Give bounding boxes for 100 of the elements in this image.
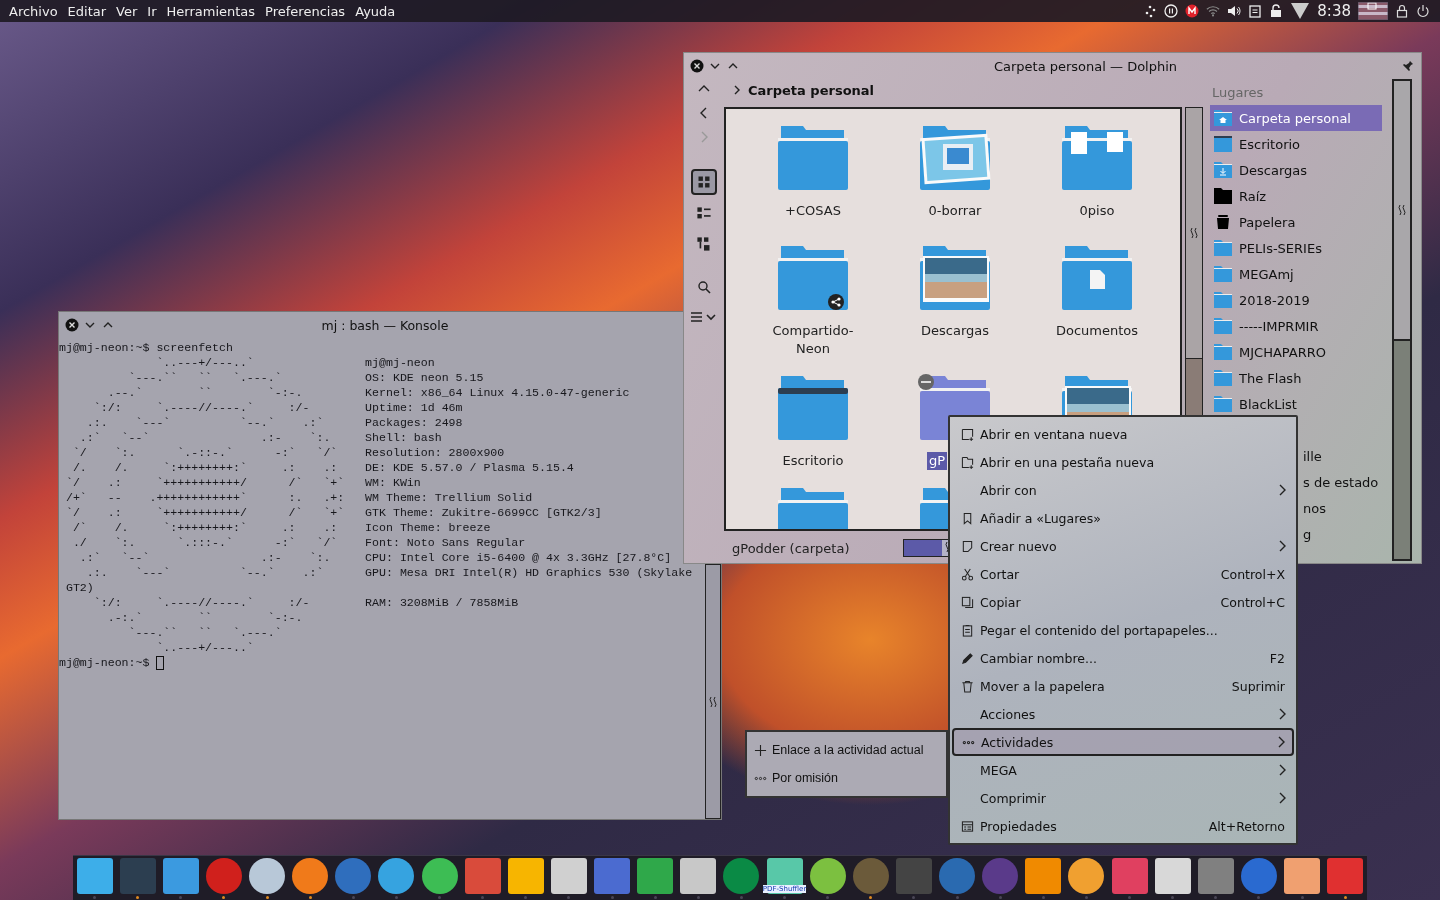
app-icon[interactable] — [637, 857, 674, 894]
breadcrumb-item[interactable]: Carpeta personal — [748, 82, 875, 98]
pin-icon[interactable] — [1401, 59, 1415, 73]
app-icon[interactable] — [507, 857, 544, 894]
triangle-icon[interactable] — [1290, 2, 1311, 20]
folder-icon[interactable] — [775, 244, 851, 310]
app-icon[interactable] — [76, 857, 113, 894]
terminal-line: GT2) — [65, 580, 94, 595]
menu-item[interactable]: Abrir en ventana nueva — [952, 420, 1294, 448]
place-item[interactable]: BlackList — [1210, 391, 1382, 417]
file-name[interactable]: +COSAS — [763, 202, 863, 220]
file-name[interactable]: Escritorio — [763, 452, 863, 470]
app-icon[interactable] — [421, 857, 458, 894]
menu-item[interactable]: Actividades — [952, 728, 1294, 756]
folder-icon — [1213, 395, 1233, 413]
menu-item[interactable]: Preferencias — [260, 3, 351, 19]
place-item[interactable]: PELIs-SERIEs — [1210, 235, 1382, 261]
menu-item[interactable]: Por omisión — [747, 764, 946, 792]
menu-item[interactable]: Pegar el contenido del portapapeles... — [952, 616, 1294, 644]
menu-item[interactable]: Ayuda — [350, 3, 401, 19]
dots-icon[interactable] — [1143, 4, 1158, 18]
power-icon[interactable] — [1416, 4, 1430, 18]
file-name[interactable]: Documentos — [1047, 322, 1147, 340]
menu-item[interactable]: Comprimir — [952, 784, 1294, 812]
menu-item[interactable]: Mover a la papelera Suprimir — [952, 672, 1294, 700]
close-icon[interactable] — [65, 318, 79, 332]
menu-item[interactable]: Ver — [111, 3, 143, 19]
place-item[interactable]: MJCHAPARRO — [1210, 339, 1382, 365]
scrollbar[interactable] — [1392, 79, 1412, 561]
menu-item[interactable]: Editar — [62, 3, 112, 19]
clipboard-icon — [961, 623, 974, 637]
menu-item[interactable]: Herramientas — [161, 3, 261, 19]
menu-item[interactable]: Cortar Control+X — [952, 560, 1294, 588]
file-name[interactable]: 0-borrar — [905, 202, 1005, 220]
menu-item[interactable]: Crear nuevo — [952, 532, 1294, 560]
wifi-icon[interactable] — [1206, 4, 1221, 18]
file-name[interactable]: Compartido-Neon — [763, 322, 863, 358]
menu-item[interactable]: Copiar Control+C — [952, 588, 1294, 616]
search-icon[interactable] — [696, 279, 712, 295]
app-icon[interactable] — [809, 857, 846, 894]
app-icon[interactable] — [550, 857, 587, 894]
folder-with-picture-icon[interactable] — [917, 244, 993, 310]
icon-view-icon[interactable] — [691, 169, 717, 195]
menu-item[interactable]: Enlace a la actividad actual — [747, 736, 946, 764]
ascii-art-line: .--.` `` `-:-. — [106, 385, 304, 400]
app-icon[interactable] — [1025, 857, 1062, 894]
app-icon[interactable] — [378, 857, 415, 894]
ascii-art-line: `/ .: `+++++++++++/ /` `+` — [64, 505, 346, 520]
app-icon[interactable] — [1068, 857, 1105, 894]
terminal-line: mj@mj-neon:~$ screenfetch — [59, 340, 233, 355]
system-info-line: Packages: 2498 — [365, 415, 463, 430]
menu-item[interactable]: Ir — [142, 3, 162, 19]
app-icon[interactable] — [1284, 857, 1321, 894]
place-item[interactable]: -----IMPRMIR — [1210, 313, 1382, 339]
copy-icon — [961, 595, 974, 609]
menu-item[interactable]: Cambiar nombre... F2 — [952, 644, 1294, 672]
text-cursor — [156, 656, 165, 670]
place-item[interactable]: Papelera — [1210, 209, 1382, 235]
properties-icon — [961, 819, 974, 833]
menu-item[interactable]: Acciones — [952, 700, 1294, 728]
lock-icon[interactable] — [1395, 4, 1409, 18]
file-name[interactable]: Descargas — [905, 322, 1005, 340]
desktop-pager-icon[interactable] — [1358, 2, 1388, 20]
place-item[interactable]: Raíz — [1210, 183, 1382, 209]
menu-item[interactable]: Archivo — [4, 3, 63, 19]
file-name[interactable]: 0piso — [1047, 202, 1147, 220]
place-item[interactable]: 2018-2019 — [1210, 287, 1382, 313]
app-icon[interactable] — [162, 857, 199, 894]
chevron-right-icon — [1277, 791, 1287, 805]
place-item[interactable]: Carpeta personal — [1210, 105, 1382, 131]
menu-icon[interactable] — [689, 309, 719, 325]
m-badge-icon[interactable] — [1185, 4, 1200, 18]
menu-item[interactable]: Propiedades Alt+Retorno — [952, 812, 1294, 840]
app-icon[interactable] — [292, 857, 329, 894]
folder-icon — [1213, 343, 1233, 361]
pause-icon[interactable] — [1164, 4, 1179, 18]
menu-item[interactable]: Abrir con — [952, 476, 1294, 504]
place-item[interactable]: MEGAmj — [1210, 261, 1382, 287]
clock[interactable]: 8:38 — [1317, 2, 1351, 20]
menu-item[interactable]: Añadir a «Lugares» — [952, 504, 1294, 532]
window-title: mj : bash — Konsole — [320, 317, 450, 333]
chevron-right-icon — [1277, 763, 1287, 777]
place-item[interactable]: Escritorio — [1210, 131, 1382, 157]
menu-item[interactable]: Abrir en una pestaña nueva — [952, 448, 1294, 476]
speaker-icon[interactable] — [1227, 4, 1242, 18]
system-info-line: Resolution: 2800x900 — [365, 445, 505, 460]
new-tab-icon — [961, 455, 974, 469]
app-icon[interactable] — [680, 857, 717, 894]
scrollbar[interactable] — [705, 564, 721, 819]
app-icon[interactable] — [1154, 857, 1191, 894]
ascii-art-line: `---.`` `` `.---.` — [127, 625, 283, 640]
app-icon[interactable] — [249, 857, 286, 894]
file-name[interactable]: gP — [927, 452, 948, 470]
close-icon[interactable] — [690, 59, 704, 73]
place-item[interactable]: The Flash — [1210, 365, 1382, 391]
lock-icon[interactable] — [1269, 4, 1284, 18]
place-item[interactable]: Descargas — [1210, 157, 1382, 183]
folder-icon[interactable] — [775, 374, 851, 440]
clipboard-icon[interactable] — [1248, 4, 1263, 18]
menu-item[interactable]: MEGA — [952, 756, 1294, 784]
